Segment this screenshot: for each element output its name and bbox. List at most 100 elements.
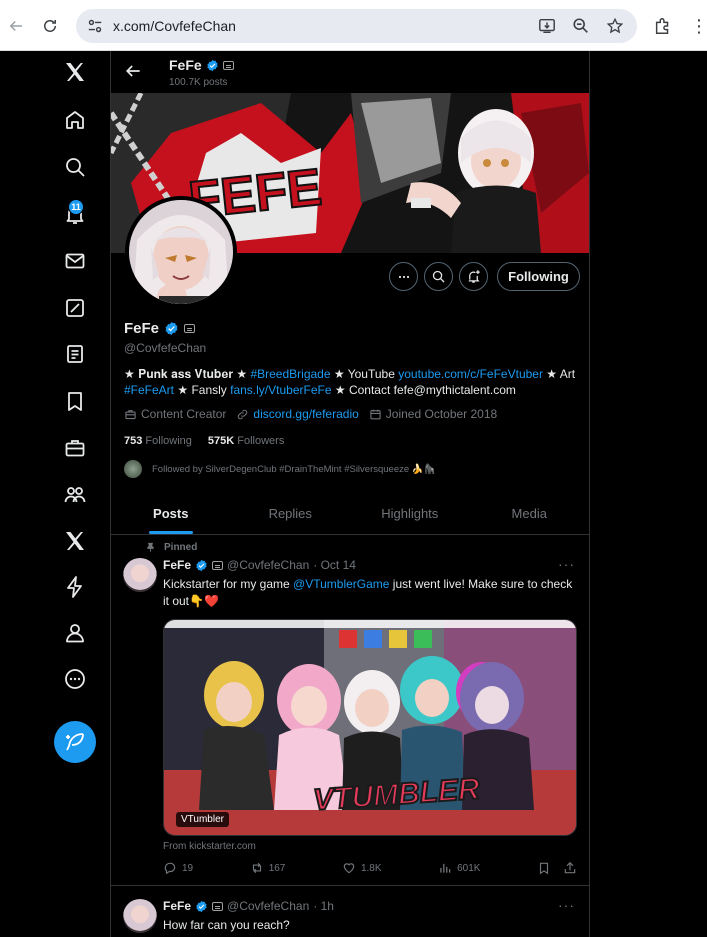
following-count-link[interactable]: 753 Following — [124, 435, 192, 447]
communities-icon[interactable] — [54, 474, 96, 516]
bookmarks-icon[interactable] — [54, 380, 96, 422]
tweet-mention-link[interactable]: @VTumblerGame — [293, 577, 389, 591]
tweet-text: How far can you reach? — [163, 918, 290, 932]
left-sidebar: 11 — [0, 51, 110, 937]
profile-avatar[interactable] — [125, 196, 237, 308]
follow-counts: 753 Following 575K Followers — [124, 435, 284, 447]
tab-media[interactable]: Media — [470, 492, 590, 534]
tweet-extra-actions — [537, 861, 577, 875]
explore-icon[interactable] — [54, 146, 96, 188]
bio-hashtag-link[interactable]: #FeFeArt — [124, 383, 174, 397]
repost-button[interactable]: 167 — [250, 861, 285, 875]
post-button[interactable] — [54, 721, 96, 763]
zoom-icon[interactable] — [571, 16, 591, 36]
tweet-time[interactable]: · Oct 14 — [313, 558, 356, 572]
verified-badge-icon[interactable] — [164, 321, 179, 336]
affiliate-badge-icon[interactable] — [184, 324, 196, 333]
reply-button[interactable]: 19 — [163, 861, 193, 875]
tweet-actions: 19 167 1.8K 601K — [163, 861, 577, 875]
notify-button[interactable] — [459, 262, 488, 291]
joined-item: Joined October 2018 — [369, 407, 497, 421]
home-icon[interactable] — [54, 99, 96, 141]
views-button[interactable]: 601K — [438, 861, 480, 875]
bio-text: ★ Fansly — [174, 383, 231, 397]
bookmark-icon[interactable] — [537, 861, 551, 875]
bio-text: ★ Art — [542, 367, 576, 381]
share-icon[interactable] — [563, 861, 577, 875]
site-settings-icon[interactable] — [86, 17, 104, 35]
bio-text: ★ Contact fefe@mythictalent.com — [331, 383, 516, 397]
tweet-header: FeFe @CovfefeChan · Oct 14 — [163, 558, 356, 572]
tweet-media[interactable]: VTUMBLER VTumbler — [163, 619, 577, 836]
messages-icon[interactable] — [54, 240, 96, 282]
pinned-label: Pinned — [164, 542, 198, 553]
premium-x-icon[interactable] — [54, 520, 96, 562]
avatar-image — [129, 200, 233, 304]
briefcase-icon — [125, 409, 136, 419]
bio-youtube-link[interactable]: youtube.com/c/FeFeVtuber — [398, 367, 543, 381]
website-item: discord.gg/feferadio — [236, 407, 359, 421]
views-icon — [440, 863, 451, 873]
calendar-icon — [370, 409, 381, 419]
tab-replies[interactable]: Replies — [231, 492, 351, 534]
tweet[interactable]: FeFe @CovfefeChan · 1h ··· How far can y… — [111, 887, 589, 937]
verified-badge-icon — [207, 59, 218, 71]
tweet-time[interactable]: · 1h — [313, 899, 334, 913]
tweet-avatar[interactable] — [123, 899, 157, 933]
tweet-text-part: Kickstarter for my game — [163, 577, 294, 591]
menu-icon[interactable]: ⋮ — [690, 16, 707, 36]
tweet-avatar[interactable] — [123, 558, 157, 592]
media-label: VTumbler — [176, 812, 229, 827]
category-text: Content Creator — [141, 407, 227, 421]
grok-icon[interactable] — [54, 287, 96, 329]
followed-by[interactable]: Followed by SilverDegenClub #DrainTheMin… — [124, 460, 435, 478]
tweet-handle[interactable]: @CovfefeChan — [227, 558, 309, 572]
tweet-more-icon[interactable]: ··· — [558, 556, 575, 572]
following-button[interactable]: Following — [497, 262, 580, 291]
install-icon[interactable] — [537, 16, 557, 36]
tweet[interactable]: Pinned FeFe @CovfefeChan · Oct 14 ··· Ki… — [111, 536, 589, 886]
more-dots-icon — [398, 275, 409, 278]
profile-icon[interactable] — [54, 612, 96, 654]
search-icon — [432, 270, 445, 283]
more-options-button[interactable] — [389, 262, 418, 291]
tweet-more-icon[interactable]: ··· — [558, 897, 575, 913]
tweet-author-name[interactable]: FeFe — [163, 899, 191, 913]
tweet-text: Kickstarter for my game @VTumblerGame ju… — [163, 576, 573, 610]
address-bar[interactable]: x.com/CovfefeChan — [76, 9, 637, 43]
tab-posts[interactable]: Posts — [111, 492, 231, 534]
extensions-icon[interactable] — [652, 15, 674, 37]
more-icon[interactable] — [54, 658, 96, 700]
tweet-handle[interactable]: @CovfefeChan — [227, 899, 309, 913]
pin-icon — [147, 542, 154, 552]
profile-header-bar: FeFe 100.7K posts — [111, 51, 589, 93]
like-button[interactable]: 1.8K — [342, 861, 382, 875]
reload-icon[interactable] — [38, 14, 62, 38]
tweet-author-name[interactable]: FeFe — [163, 558, 191, 572]
bio-hashtag-link[interactable]: #BreedBrigade — [250, 367, 330, 381]
header-name: FeFe — [169, 57, 234, 73]
tab-highlights[interactable]: Highlights — [350, 492, 470, 534]
jobs-icon[interactable] — [54, 427, 96, 469]
verified-orgs-icon[interactable] — [54, 566, 96, 608]
website-link[interactable]: discord.gg/feferadio — [253, 407, 358, 421]
profile-column: FeFe 100.7K posts FEFE Following FeFe @C… — [110, 51, 590, 937]
lists-icon[interactable] — [54, 333, 96, 375]
card-source-link[interactable]: From kickstarter.com — [163, 841, 256, 852]
followed-by-text: Followed by SilverDegenClub #DrainTheMin… — [152, 463, 436, 475]
search-profile-button[interactable] — [424, 262, 453, 291]
back-arrow-icon[interactable] — [123, 61, 145, 83]
media-image: VTUMBLER — [164, 620, 576, 835]
bio-fansly-link[interactable]: fans.ly/VtuberFeFe — [230, 383, 331, 397]
x-logo-icon[interactable] — [54, 51, 96, 93]
followers-count-link[interactable]: 575K Followers — [208, 435, 284, 447]
repost-icon — [252, 862, 261, 874]
back-arrow-icon[interactable] — [4, 14, 28, 38]
profile-actions: Following — [389, 262, 580, 291]
verified-badge-icon — [196, 900, 207, 912]
url-text[interactable]: x.com/CovfefeChan — [113, 18, 236, 34]
post-icon — [66, 733, 84, 751]
star-icon[interactable] — [605, 16, 625, 36]
reply-icon — [164, 862, 176, 875]
followers-label: Followers — [237, 435, 285, 447]
